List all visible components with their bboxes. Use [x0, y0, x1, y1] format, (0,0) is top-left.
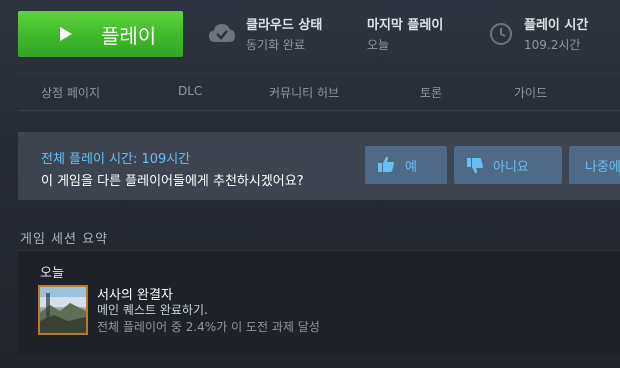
cloud-status-value: 동기화 완료 — [246, 38, 306, 52]
thumbs-up-icon — [377, 155, 395, 177]
recommend-no-label: 아니요 — [493, 160, 529, 175]
nav-community-hub[interactable]: 커뮤니티 허브 — [269, 84, 339, 101]
playtime: 플레이 시간 109.2시간 — [524, 14, 588, 54]
recommend-later-button[interactable]: 나중에 — [569, 146, 620, 184]
game-nav-bar: 상점 페이지 DLC 커뮤니티 허브 토론 가이드 — [18, 73, 620, 111]
nav-store-page[interactable]: 상점 페이지 — [41, 84, 100, 101]
play-button-label: 플레이 — [101, 24, 157, 48]
achievement-thumbnail[interactable] — [38, 285, 88, 335]
recommendation-playtime: 전체 플레이 시간: 109시간 — [41, 152, 191, 167]
playtime-title: 플레이 시간 — [524, 18, 589, 33]
nav-dlc[interactable]: DLC — [178, 84, 202, 98]
last-played-title: 마지막 플레이 — [367, 18, 444, 33]
recommend-yes-button[interactable]: 예 — [365, 146, 447, 184]
cloud-status-title: 클라우드 상태 — [246, 18, 323, 33]
cloud-check-icon — [208, 22, 236, 48]
recommend-later-label: 나중에 — [585, 160, 620, 175]
session-day-label: 오늘 — [40, 266, 64, 281]
session-summary-title: 게임 세션 요약 — [20, 232, 109, 247]
recommendation-panel: 전체 플레이 시간: 109시간 이 게임을 다른 플레이어들에게 추천하시겠어… — [18, 132, 620, 200]
achievement-landscape-image — [40, 287, 86, 333]
play-icon — [60, 27, 72, 41]
last-played-value: 오늘 — [367, 38, 390, 52]
clock-icon — [489, 22, 513, 50]
session-summary-card: 오늘 서사의 완결자 메인 퀘스트 완료하기. 전체 플레이어 중 2.4%가 … — [18, 250, 620, 355]
game-header-bar: 플레이 클라우드 상태 동기화 완료 마지막 플레이 오늘 플레이 시간 109… — [0, 0, 620, 66]
nav-guides[interactable]: 가이드 — [514, 84, 547, 101]
recommend-yes-label: 예 — [405, 160, 417, 175]
recommendation-question: 이 게임을 다른 플레이어들에게 추천하시겠어요? — [41, 174, 304, 189]
nav-discussions[interactable]: 토론 — [420, 84, 442, 101]
cloud-status: 클라우드 상태 동기화 완료 — [246, 14, 322, 54]
play-button[interactable]: 플레이 — [18, 11, 183, 57]
thumbs-down-icon — [466, 157, 484, 179]
playtime-value: 109.2시간 — [524, 38, 581, 52]
last-played: 마지막 플레이 오늘 — [367, 14, 443, 54]
achievement-description: 메인 퀘스트 완료하기. — [97, 303, 208, 317]
recommend-no-button[interactable]: 아니요 — [454, 146, 562, 184]
achievement-rarity: 전체 플레이어 중 2.4%가 이 도전 과제 달성 — [97, 320, 320, 334]
